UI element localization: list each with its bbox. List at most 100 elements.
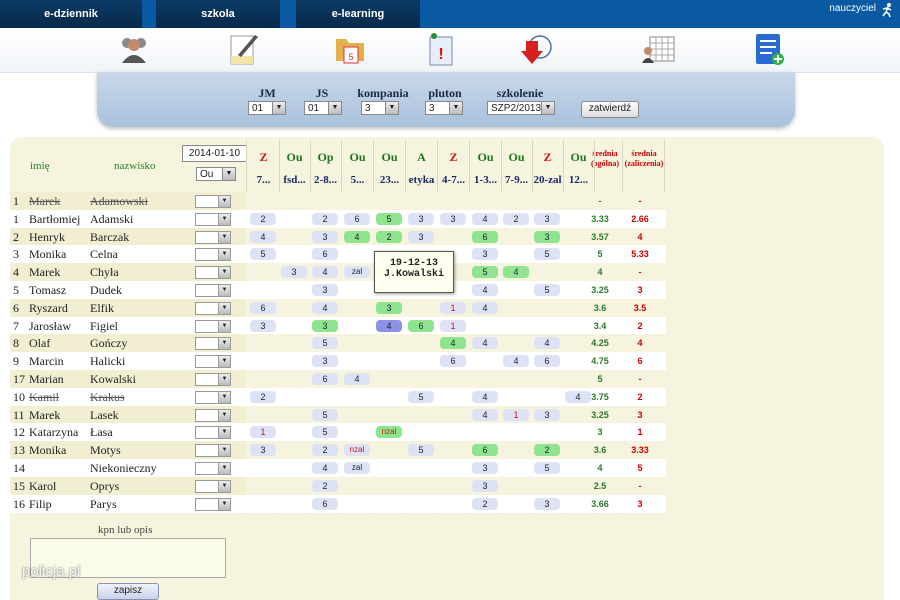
grade-badge[interactable]: 6 [534,355,560,368]
grade-column-topic[interactable]: 1-3... [470,174,501,186]
grade-badge[interactable]: 4 [344,230,370,243]
grid-table-icon[interactable] [640,31,676,67]
grade-badge[interactable]: 4 [312,462,338,474]
grade-entry-select[interactable]: ▼ [195,319,231,333]
kompania-select[interactable]: 3 ▼ [361,101,399,115]
student-first-name[interactable]: Henryk [29,228,65,246]
student-first-name[interactable]: Marek [29,263,60,281]
grade-badge[interactable]: 3 [250,444,276,457]
grade-badge[interactable]: 5 [534,248,560,261]
grade-badge[interactable]: 4 [250,230,276,243]
grade-badge[interactable]: zal [344,462,370,474]
grade-badge[interactable]: 2 [472,497,498,510]
student-first-name[interactable]: Marian [29,370,64,388]
grade-badge[interactable]: zal [344,266,370,279]
grade-badge[interactable]: 4 [472,390,498,403]
grade-entry-select[interactable]: ▼ [195,444,231,458]
grade-entry-select[interactable]: ▼ [195,390,231,404]
logout-icon[interactable] [880,2,894,18]
student-last-name[interactable]: Parys [90,495,117,513]
grade-badge[interactable]: 4 [440,337,466,350]
grade-badge[interactable]: 1 [440,319,466,332]
grade-badge[interactable]: 5 [376,212,402,225]
student-last-name[interactable]: Niekonieczny [90,459,157,477]
date-field[interactable]: 2014-01-10 [182,145,247,162]
grade-badge[interactable]: 2 [534,444,560,457]
grade-badge[interactable]: 5 [408,444,434,457]
grade-badge[interactable]: 5 [312,408,338,421]
grade-column-topic[interactable]: 2-8... [310,174,341,186]
student-first-name[interactable]: Marek [29,192,60,210]
grade-entry-select[interactable]: ▼ [195,408,231,422]
grade-badge[interactable]: 4 [472,301,498,314]
grade-column-topic[interactable]: 20-zal [532,174,563,186]
grade-badge[interactable]: 3 [281,266,307,279]
grade-badge[interactable]: 4 [312,301,338,314]
grade-badge[interactable]: 6 [472,444,498,457]
confirm-button[interactable]: zatwierdź [581,101,639,118]
student-last-name[interactable]: Łasa [90,423,113,441]
list-add-icon[interactable] [752,31,788,67]
grade-badge[interactable]: 3 [534,230,560,243]
grade-entry-select[interactable]: ▼ [195,479,231,493]
tab-e-dziennik[interactable]: e-dziennik [0,0,142,28]
grade-badge[interactable]: 3 [472,462,498,474]
grade-badge[interactable]: 3 [312,230,338,243]
student-first-name[interactable]: Jarosław [29,317,71,335]
grade-badge[interactable]: 4 [472,408,498,421]
grade-badge[interactable]: 6 [408,319,434,332]
grade-badge[interactable]: 3 [534,408,560,421]
grade-badge[interactable]: 6 [312,248,338,261]
grade-badge[interactable]: nzal [376,426,402,439]
grade-badge[interactable]: nzal [344,444,370,457]
grade-column-topic[interactable]: 4-7... [438,174,469,186]
grade-badge[interactable]: 3 [534,497,560,510]
student-last-name[interactable]: Halicki [90,352,125,370]
grade-badge[interactable]: 1 [503,408,529,421]
student-first-name[interactable]: Filip [29,495,52,513]
grade-badge[interactable]: 3 [408,230,434,243]
student-first-name[interactable]: Tomasz [29,281,66,299]
grade-badge[interactable]: 2 [312,444,338,457]
calendar-folder-icon[interactable]: 5 [332,31,368,67]
grade-badge[interactable]: 3 [376,301,402,314]
student-last-name[interactable]: Dudek [90,281,122,299]
grade-column-topic[interactable]: 5... [342,174,373,186]
grade-badge[interactable]: 3 [408,212,434,225]
grade-column-topic[interactable]: 23... [374,174,405,186]
grade-entry-select[interactable]: ▼ [195,284,231,297]
grade-entry-select[interactable]: ▼ [195,426,231,440]
grade-badge[interactable]: 3 [472,248,498,261]
student-first-name[interactable]: Bartłomiej [29,210,80,228]
grade-entry-select[interactable]: ▼ [195,337,231,351]
grade-badge[interactable]: 5 [472,266,498,279]
student-last-name[interactable]: Oprys [90,477,119,495]
grade-badge[interactable]: 2 [250,390,276,403]
grade-badge[interactable]: 4 [565,390,591,403]
student-last-name[interactable]: Chyła [90,263,119,281]
grade-badge[interactable]: 5 [312,426,338,439]
grade-badge[interactable]: 4 [344,373,370,385]
grade-badge[interactable]: 6 [344,212,370,225]
grade-badge[interactable]: 4 [312,266,338,279]
grade-entry-select[interactable]: ▼ [195,355,231,369]
grade-badge[interactable]: 1 [440,301,466,314]
grade-badge[interactable]: 3 [312,319,338,332]
student-last-name[interactable]: Celna [90,245,118,263]
grade-column-topic[interactable]: 7-9... [501,174,532,186]
grade-badge[interactable]: 1 [250,426,276,439]
grade-column-topic[interactable]: 12... [563,174,594,186]
student-last-name[interactable]: Lasek [90,406,119,424]
users-icon[interactable] [116,31,152,67]
student-last-name[interactable]: Figiel [90,317,118,335]
student-first-name[interactable]: Monika [29,245,66,263]
grade-badge[interactable]: 3 [440,212,466,225]
student-first-name[interactable]: Monika [29,441,66,459]
grade-entry-select[interactable]: ▼ [195,462,231,475]
jm-select[interactable]: 01 ▼ [248,101,286,115]
grade-column-topic[interactable]: etyka [406,174,437,186]
grade-badge[interactable]: 4 [472,284,498,296]
grade-entry-select[interactable]: ▼ [195,248,231,262]
grade-entry-select[interactable]: ▼ [195,195,231,208]
grade-type-select[interactable]: Ou ▼ [196,167,236,181]
